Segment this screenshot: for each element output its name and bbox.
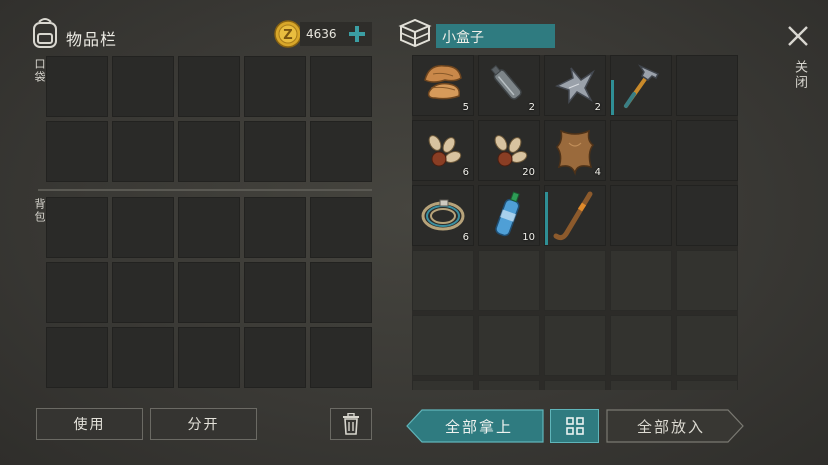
backpack-label: 背包 (33, 198, 46, 224)
pocket-slot[interactable] (244, 121, 306, 182)
backpack-slot[interactable] (46, 262, 108, 323)
add-coins-button[interactable] (344, 22, 370, 46)
put-all-label: 全部放入 (636, 417, 705, 436)
box-icon (398, 17, 432, 49)
backpack-slot[interactable] (310, 197, 372, 258)
pocket-slot[interactable] (178, 121, 240, 182)
container-slot[interactable] (676, 315, 738, 376)
container-slot[interactable]: 2 (544, 55, 606, 116)
put-all-button[interactable]: 全部放入 (606, 409, 744, 443)
container-slot[interactable]: 5 (412, 55, 474, 116)
coin-icon: Z (274, 20, 302, 48)
container-slot[interactable]: 6 (412, 185, 474, 246)
backpack-grid (46, 197, 372, 392)
use-button[interactable]: 使用 (36, 408, 143, 440)
backpack-slot[interactable] (112, 197, 174, 258)
backpack-slot[interactable] (112, 327, 174, 388)
hockey-stick-icon (553, 191, 593, 241)
container-slot[interactable] (610, 380, 672, 390)
backpack-slot[interactable] (46, 197, 108, 258)
inventory-title: 物品栏 (66, 30, 118, 49)
pocket-slot[interactable] (310, 121, 372, 182)
container-slot[interactable]: 4 (544, 120, 606, 181)
container-slot[interactable] (544, 380, 606, 390)
container-slot[interactable] (544, 315, 606, 376)
container-slot[interactable] (544, 185, 606, 246)
backpack-slot[interactable] (244, 262, 306, 323)
svg-text:Z: Z (283, 28, 292, 43)
container-slot[interactable] (610, 250, 672, 311)
container-slot[interactable] (676, 120, 738, 181)
container-grid: 5 2 2 6 20 4 6 10 (412, 55, 738, 390)
close-icon (788, 26, 808, 46)
take-all-button[interactable]: 全部拿上 (406, 409, 544, 443)
backpack-slot[interactable] (178, 262, 240, 323)
item-count: 2 (594, 102, 601, 113)
trash-icon (343, 413, 359, 435)
item-count: 10 (522, 232, 535, 243)
container-slot[interactable] (412, 380, 474, 390)
container-slot[interactable] (610, 55, 672, 116)
backpack-slot[interactable] (310, 262, 372, 323)
item-count: 2 (528, 102, 535, 113)
container-slot[interactable] (676, 55, 738, 116)
section-divider (38, 189, 372, 191)
hammer-icon (624, 64, 660, 108)
coin-amount: 4636 (306, 27, 337, 41)
plus-icon (349, 26, 365, 42)
container-slot[interactable] (676, 185, 738, 246)
take-all-label: 全部拿上 (444, 417, 513, 436)
pocket-grid (46, 56, 372, 184)
container-slot[interactable] (676, 380, 738, 390)
container-slot[interactable] (478, 380, 540, 390)
container-slot[interactable] (610, 315, 672, 376)
backpack-slot[interactable] (112, 262, 174, 323)
item-count: 20 (522, 167, 535, 178)
pocket-slot[interactable] (46, 56, 108, 117)
container-slot[interactable] (412, 250, 474, 311)
container-slot[interactable] (610, 120, 672, 181)
backpack-slot[interactable] (244, 197, 306, 258)
item-count: 6 (462, 167, 469, 178)
pocket-slot[interactable] (244, 56, 306, 117)
container-slot[interactable] (676, 250, 738, 311)
container-slot[interactable] (478, 250, 540, 311)
pocket-slot[interactable] (178, 56, 240, 117)
pocket-slot[interactable] (112, 56, 174, 117)
pocket-slot[interactable] (112, 121, 174, 182)
close-label[interactable]: 关闭 (790, 60, 809, 90)
sort-grid-button[interactable] (550, 409, 599, 443)
pocket-slot[interactable] (310, 56, 372, 117)
delete-button[interactable] (330, 408, 372, 440)
item-count: 4 (594, 167, 601, 178)
pocket-slot[interactable] (46, 121, 108, 182)
grid-icon (565, 417, 584, 435)
backpack-slot[interactable] (178, 327, 240, 388)
backpack-slot[interactable] (178, 197, 240, 258)
backpack-slot[interactable] (244, 327, 306, 388)
container-slot[interactable]: 6 (412, 120, 474, 181)
container-slot[interactable]: 2 (478, 55, 540, 116)
container-slot[interactable] (544, 250, 606, 311)
item-count: 6 (462, 232, 469, 243)
container-slot[interactable]: 20 (478, 120, 540, 181)
split-button[interactable]: 分开 (150, 408, 257, 440)
backpack-slot[interactable] (46, 327, 108, 388)
backpack-slot[interactable] (310, 327, 372, 388)
container-slot[interactable]: 10 (478, 185, 540, 246)
pocket-label: 口袋 (33, 58, 46, 84)
container-title: 小盒子 (442, 30, 484, 46)
close-button[interactable] (786, 24, 810, 48)
item-count: 5 (462, 102, 469, 113)
container-slot[interactable] (412, 315, 474, 376)
backpack-icon (30, 16, 60, 48)
container-slot[interactable] (610, 185, 672, 246)
container-slot[interactable] (478, 315, 540, 376)
